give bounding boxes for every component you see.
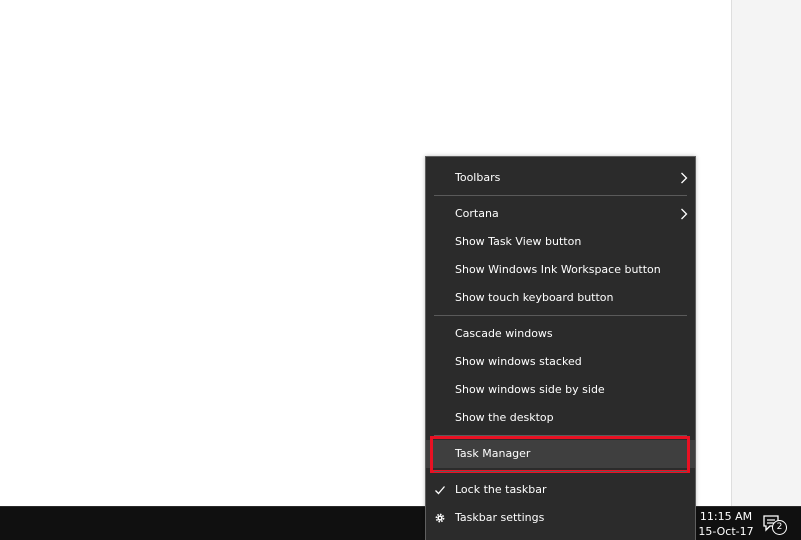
clock-date: 15-Oct-17 [698, 525, 754, 538]
taskbar-context-menu: Toolbars Cortana Show Task View button S… [425, 156, 696, 540]
side-panel [731, 0, 801, 506]
menu-item-label: Cortana [455, 207, 499, 220]
menu-item-show-the-desktop[interactable]: Show the desktop [426, 404, 695, 432]
menu-item-label: Taskbar settings [455, 511, 545, 524]
menu-item-label: Show Task View button [455, 235, 582, 248]
menu-separator [434, 471, 687, 472]
checkmark-icon [435, 486, 445, 495]
menu-item-label: Show the desktop [455, 411, 554, 424]
menu-item-show-windows-side-by-side[interactable]: Show windows side by side [426, 376, 695, 404]
menu-separator [434, 315, 687, 316]
menu-separator [434, 195, 687, 196]
menu-item-toolbars[interactable]: Toolbars [426, 164, 695, 192]
menu-item-cortana[interactable]: Cortana [426, 200, 695, 228]
menu-item-label: Show windows stacked [455, 355, 582, 368]
menu-item-task-manager[interactable]: Task Manager [426, 440, 695, 468]
clock-time: 11:15 AM [699, 510, 753, 523]
menu-item-label: Show touch keyboard button [455, 291, 614, 304]
taskbar-clock[interactable]: 11:15 AM 15-Oct-17 [698, 509, 754, 539]
menu-item-lock-the-taskbar[interactable]: Lock the taskbar [426, 476, 695, 504]
menu-item-cascade-windows[interactable]: Cascade windows [426, 320, 695, 348]
chevron-right-icon [681, 172, 688, 184]
menu-item-label: Task Manager [455, 447, 531, 460]
menu-item-show-touch-keyboard-button[interactable]: Show touch keyboard button [426, 284, 695, 312]
menu-item-label: Show windows side by side [455, 383, 605, 396]
menu-item-show-windows-stacked[interactable]: Show windows stacked [426, 348, 695, 376]
menu-item-label: Cascade windows [455, 327, 553, 340]
menu-item-label: Toolbars [455, 171, 501, 184]
menu-separator [434, 435, 687, 436]
menu-item-label: Lock the taskbar [455, 483, 547, 496]
menu-item-show-task-view-button[interactable]: Show Task View button [426, 228, 695, 256]
menu-item-show-ink-workspace-button[interactable]: Show Windows Ink Workspace button [426, 256, 695, 284]
action-center-button[interactable]: 2 [762, 514, 787, 536]
chevron-right-icon [681, 208, 688, 220]
gear-icon [435, 513, 445, 523]
menu-item-label: Show Windows Ink Workspace button [455, 263, 661, 276]
menu-item-taskbar-settings[interactable]: Taskbar settings [426, 504, 695, 532]
notification-count-badge: 2 [772, 520, 787, 535]
